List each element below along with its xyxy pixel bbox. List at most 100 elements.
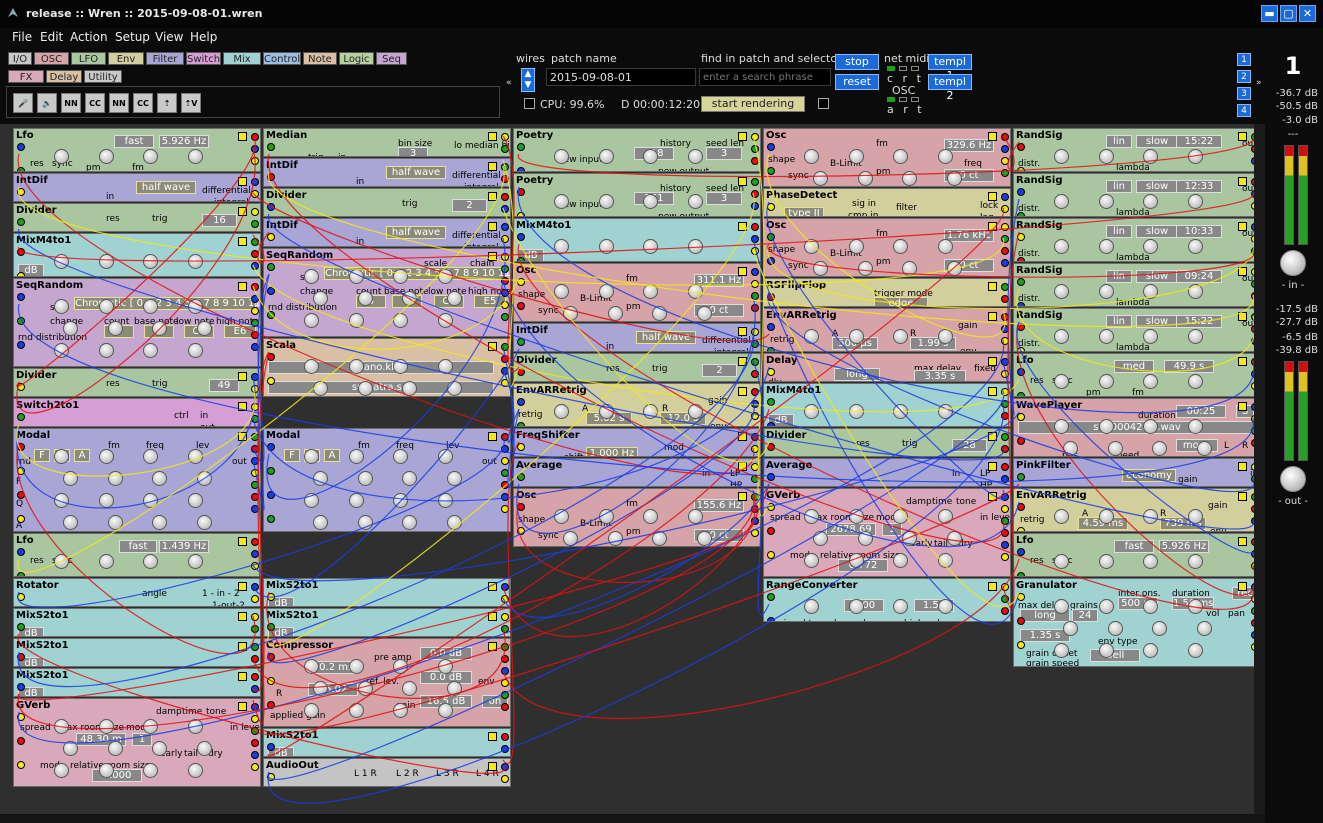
output-connector[interactable]: [1001, 235, 1009, 243]
knob[interactable]: [1054, 599, 1069, 614]
module-median[interactable]: Mediantrigbin sizeinlo median hi3: [263, 128, 511, 157]
output-connector[interactable]: [251, 763, 259, 771]
knob[interactable]: [313, 471, 328, 486]
output-connector[interactable]: [1001, 145, 1009, 153]
input-connector[interactable]: [767, 203, 775, 211]
input-connector[interactable]: [1017, 641, 1025, 649]
port-square[interactable]: [1238, 177, 1247, 186]
knob[interactable]: [1188, 554, 1203, 569]
output-connector[interactable]: [751, 223, 759, 231]
input-connector[interactable]: [17, 683, 25, 691]
knob[interactable]: [1188, 239, 1203, 254]
knob[interactable]: [688, 149, 703, 164]
output-connector[interactable]: [501, 433, 509, 441]
knob[interactable]: [643, 149, 658, 164]
knob[interactable]: [99, 149, 114, 164]
knob[interactable]: [1054, 329, 1069, 344]
port-square[interactable]: [738, 222, 747, 231]
knob[interactable]: [1143, 419, 1158, 434]
knob[interactable]: [304, 313, 319, 328]
module-gverb[interactable]: GVerb spread max room size mode damp time tone…: [13, 698, 261, 787]
knob[interactable]: [1188, 284, 1203, 299]
input-connector[interactable]: [17, 443, 25, 451]
knob[interactable]: [1099, 194, 1114, 209]
input-connector[interactable]: [1017, 572, 1025, 576]
output-connector[interactable]: [251, 673, 259, 681]
in-level-knob[interactable]: [1280, 250, 1306, 276]
knob[interactable]: [1099, 329, 1114, 344]
output-connector[interactable]: [751, 178, 759, 186]
output-connector[interactable]: [251, 751, 259, 759]
knob[interactable]: [188, 449, 203, 464]
value-display[interactable]: economy: [1122, 469, 1176, 482]
output-connector[interactable]: [1001, 433, 1009, 441]
knob[interactable]: [554, 404, 569, 419]
port-square[interactable]: [238, 642, 247, 651]
input-connector[interactable]: [267, 353, 275, 361]
input-connector[interactable]: [17, 572, 25, 576]
knob[interactable]: [349, 659, 364, 674]
value-display[interactable]: 28: [952, 439, 987, 452]
knob[interactable]: [1152, 441, 1167, 456]
port-square[interactable]: [238, 432, 247, 441]
knob[interactable]: [1188, 374, 1203, 389]
output-connector[interactable]: [1001, 388, 1009, 396]
knob[interactable]: [688, 194, 703, 209]
output-connector[interactable]: [501, 289, 509, 297]
input-connector[interactable]: [17, 467, 25, 475]
module-freqshifter[interactable]: FreqShifter shift mod 1.000 Hz: [513, 428, 761, 457]
output-connector[interactable]: [251, 208, 259, 216]
port-square[interactable]: [488, 252, 497, 261]
port-square[interactable]: [738, 462, 747, 471]
stop-button[interactable]: stop: [835, 54, 879, 70]
input-connector[interactable]: [1017, 167, 1025, 171]
knob[interactable]: [938, 239, 953, 254]
module-lfo[interactable]: Lfo res sync pm fm fast 5.926 Hz: [13, 128, 261, 172]
tab-env[interactable]: Env: [108, 52, 144, 65]
input-connector[interactable]: [267, 743, 275, 751]
knob[interactable]: [804, 329, 819, 344]
knob[interactable]: [804, 404, 819, 419]
knob[interactable]: [99, 449, 114, 464]
output-connector[interactable]: [751, 517, 759, 525]
knob[interactable]: [599, 239, 614, 254]
module-CC-icon[interactable]: CC: [133, 93, 153, 113]
input-connector[interactable]: [517, 503, 525, 511]
value-display[interactable]: edge: [874, 297, 928, 306]
output-connector[interactable]: [501, 445, 509, 453]
input-connector[interactable]: [267, 173, 275, 181]
module-osc[interactable]: Osc shape sync B-Limit fm pm 1.76 kHz 0 ct: [763, 218, 1011, 277]
value-display[interactable]: 15:22: [1176, 315, 1222, 328]
value-display[interactable]: 2: [702, 364, 737, 377]
reset-button[interactable]: reset: [835, 74, 879, 90]
output-connector[interactable]: [1001, 133, 1009, 141]
input-connector[interactable]: [1017, 527, 1025, 531]
tab-lfo[interactable]: LFO: [71, 52, 106, 65]
input-connector[interactable]: [17, 593, 25, 601]
port-square[interactable]: [238, 612, 247, 621]
output-connector[interactable]: [1001, 370, 1009, 378]
value-display[interactable]: 329.6 Hz: [944, 139, 994, 152]
input-connector[interactable]: [767, 143, 775, 151]
knob[interactable]: [447, 381, 462, 396]
port-square[interactable]: [238, 672, 247, 681]
value-display[interactable]: A: [324, 449, 340, 462]
knob[interactable]: [813, 171, 828, 186]
output-connector[interactable]: [1001, 505, 1009, 513]
port-square[interactable]: [238, 402, 247, 411]
scroll-left-icon[interactable]: «: [506, 78, 514, 92]
input-connector[interactable]: [267, 515, 275, 523]
knob[interactable]: [54, 299, 69, 314]
value-display[interactable]: 09:24: [1176, 270, 1222, 283]
input-connector[interactable]: [17, 293, 25, 301]
output-connector[interactable]: [751, 388, 759, 396]
output-connector[interactable]: [251, 538, 259, 546]
knob[interactable]: [54, 763, 69, 778]
wires-toggle-button[interactable]: ▲ ▼: [521, 68, 535, 92]
port-square[interactable]: [1238, 132, 1247, 141]
knob[interactable]: [1188, 419, 1203, 434]
knob[interactable]: [1099, 643, 1114, 658]
input-connector[interactable]: [767, 398, 775, 406]
knob[interactable]: [643, 239, 658, 254]
output-connector[interactable]: [251, 625, 259, 633]
